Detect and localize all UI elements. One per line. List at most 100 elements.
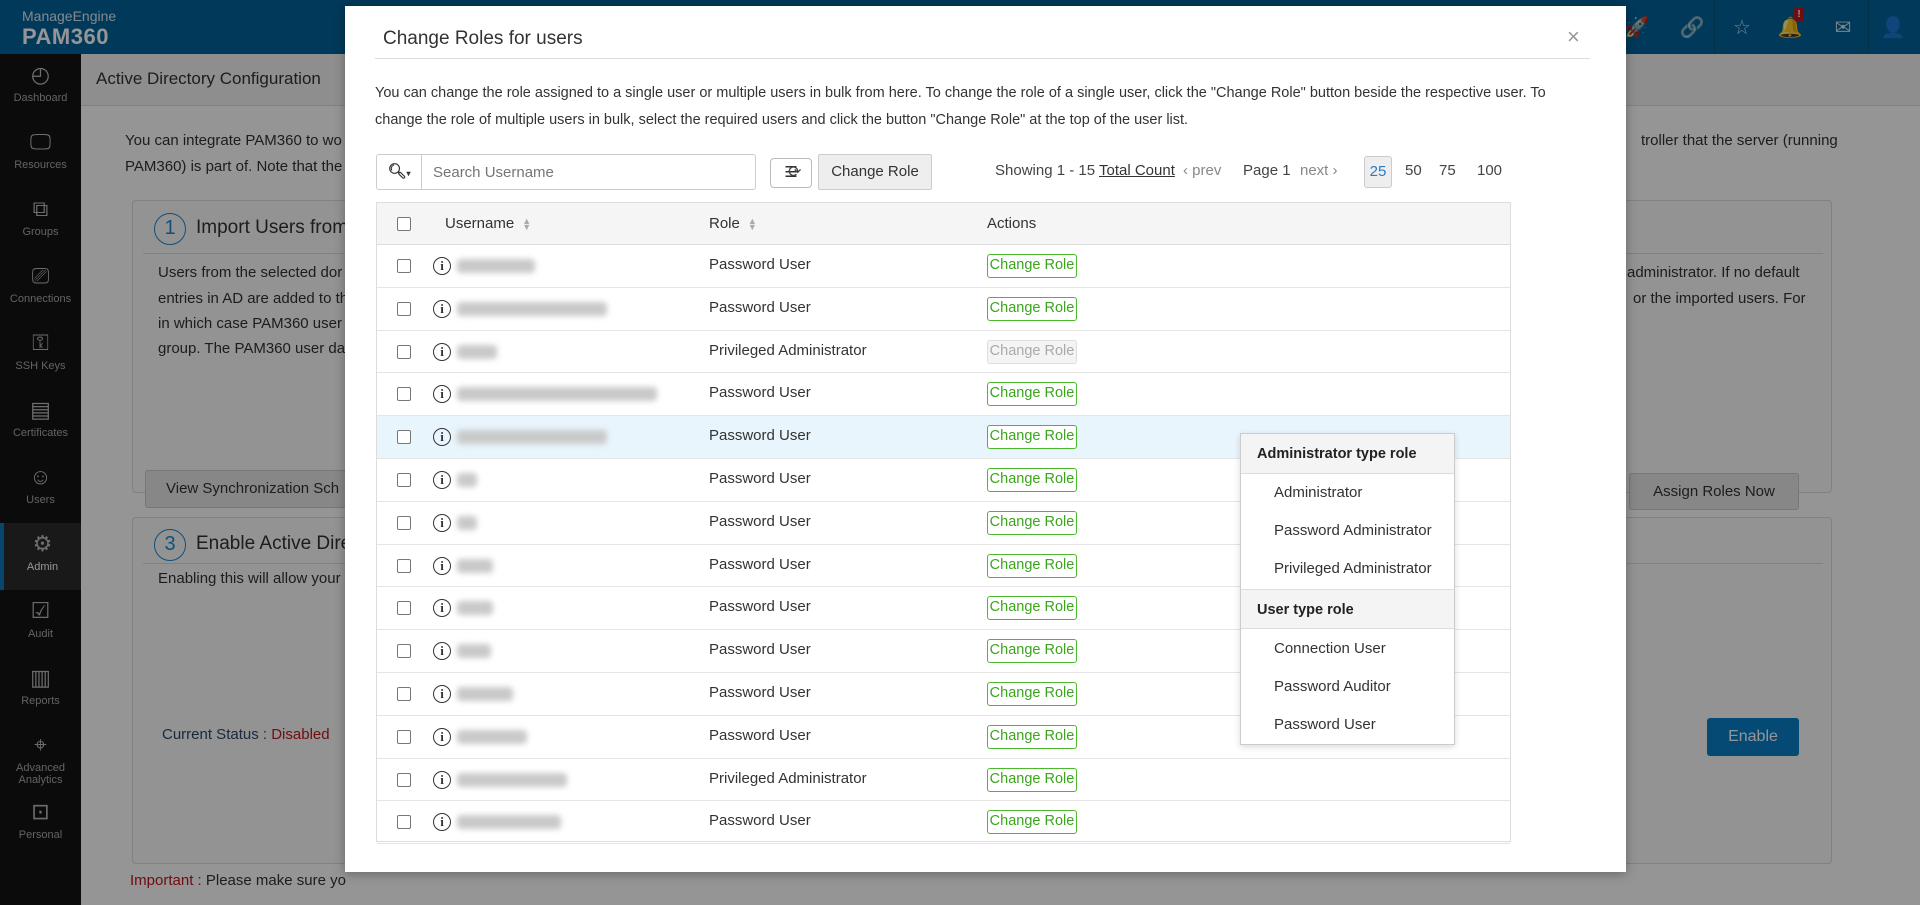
page-size-50[interactable]: 50 [1405, 162, 1422, 179]
username-redacted [457, 387, 657, 401]
dialog-description: You can change the role assigned to a si… [375, 80, 1575, 134]
change-role-button[interactable]: Change Role [987, 725, 1077, 749]
change-role-button[interactable]: Change Role [987, 382, 1077, 406]
change-role-button[interactable]: Change Role [987, 254, 1077, 278]
info-icon[interactable]: i [433, 428, 451, 446]
row-checkbox[interactable] [397, 559, 411, 573]
role-cell: Password User [709, 684, 811, 701]
menu-item-password-user[interactable]: Password User [1274, 716, 1376, 733]
role-cell: Password User [709, 384, 811, 401]
change-role-button[interactable]: Change Role [987, 639, 1077, 663]
info-icon[interactable]: i [433, 471, 451, 489]
row-checkbox[interactable] [397, 730, 411, 744]
role-cell: Password User [709, 727, 811, 744]
info-icon[interactable]: i [433, 557, 451, 575]
change-role-button[interactable]: Change Role [987, 768, 1077, 792]
table-row: iPrivileged AdministratorChange Role [377, 331, 1510, 374]
username-redacted [457, 730, 527, 744]
menu-header-user: User type role [1241, 589, 1454, 629]
row-checkbox[interactable] [397, 430, 411, 444]
info-icon[interactable]: i [433, 771, 451, 789]
info-icon[interactable]: i [433, 514, 451, 532]
menu-item-administrator[interactable]: Administrator [1274, 484, 1362, 501]
menu-item-connection-user[interactable]: Connection User [1274, 640, 1386, 657]
row-checkbox[interactable] [397, 815, 411, 829]
total-count-link[interactable]: Total Count [1099, 162, 1175, 179]
info-icon[interactable]: i [433, 642, 451, 660]
change-role-button[interactable]: Change Role [987, 810, 1077, 834]
role-cell: Password User [709, 812, 811, 829]
change-role-button[interactable]: Change Role [987, 468, 1077, 492]
change-role-button[interactable]: Change Role [987, 425, 1077, 449]
role-cell: Password User [709, 470, 811, 487]
role-cell: Password User [709, 256, 811, 273]
row-checkbox[interactable] [397, 387, 411, 401]
close-icon[interactable]: × [1567, 24, 1580, 50]
menu-item-password-administrator[interactable]: Password Administrator [1274, 522, 1432, 539]
next-page-link[interactable]: next › [1300, 162, 1338, 179]
role-cell: Password User [709, 641, 811, 658]
menu-header-admin: Administrator type role [1241, 434, 1454, 474]
refresh-icon[interactable]: ⟳ [788, 162, 801, 182]
caret-down-icon: ▾ [407, 169, 411, 178]
divider [375, 58, 1590, 59]
row-checkbox[interactable] [397, 259, 411, 273]
search-icon: 🔍︎ [387, 163, 406, 180]
row-checkbox[interactable] [397, 345, 411, 359]
row-checkbox[interactable] [397, 473, 411, 487]
info-icon[interactable]: i [433, 685, 451, 703]
row-checkbox[interactable] [397, 601, 411, 615]
info-icon[interactable]: i [433, 343, 451, 361]
table-row: i Password User Change Role [377, 288, 1510, 331]
prev-page-link[interactable]: ‹ prev [1183, 162, 1221, 179]
role-cell: Password User [709, 427, 811, 444]
search-options-dropdown[interactable]: 🔍︎▾ [377, 155, 422, 189]
change-role-button[interactable]: Change Role [987, 682, 1077, 706]
username-redacted [457, 259, 535, 273]
role-cell: Password User [709, 299, 811, 316]
row-checkbox[interactable] [397, 644, 411, 658]
row-checkbox[interactable] [397, 516, 411, 530]
change-role-button[interactable]: Change Role [987, 596, 1077, 620]
role-cell: Password User [709, 556, 811, 573]
username-redacted [457, 559, 493, 573]
page-size-75[interactable]: 75 [1439, 162, 1456, 179]
row-checkbox[interactable] [397, 302, 411, 316]
info-icon[interactable]: i [433, 599, 451, 617]
info-icon[interactable]: i [433, 385, 451, 403]
dialog-title: Change Roles for users [383, 28, 583, 50]
username-redacted [457, 345, 497, 359]
table-row: i Password User Change Role [377, 801, 1510, 844]
bulk-change-role-button[interactable]: Change Role [818, 154, 932, 190]
page-indicator: Page 1 [1243, 162, 1291, 179]
change-role-button[interactable]: Change Role [987, 297, 1077, 321]
change-role-button[interactable]: Change Role [987, 511, 1077, 535]
row-checkbox[interactable] [397, 687, 411, 701]
username-redacted [457, 687, 513, 701]
table-row: i Password User Change Role [377, 373, 1510, 416]
username-redacted [457, 430, 607, 444]
change-role-button: Change Role [987, 340, 1077, 364]
column-role[interactable]: Role▲▼ [709, 215, 757, 232]
table-row: i Password User Change Role [377, 245, 1510, 288]
showing-count: Showing 1 - 15 [995, 162, 1095, 179]
search-username-input[interactable] [423, 155, 753, 189]
info-icon[interactable]: i [433, 300, 451, 318]
info-icon[interactable]: i [433, 813, 451, 831]
select-all-checkbox[interactable] [397, 217, 411, 231]
column-label: Username [445, 215, 514, 232]
username-redacted [457, 815, 561, 829]
role-cell: Password User [709, 598, 811, 615]
row-checkbox[interactable] [397, 773, 411, 787]
table-row: iPrivileged AdministratorChange Role [377, 759, 1510, 802]
column-username[interactable]: Username ▲▼ [445, 215, 531, 232]
menu-item-privileged-administrator[interactable]: Privileged Administrator [1274, 560, 1432, 577]
change-role-button[interactable]: Change Role [987, 554, 1077, 578]
username-redacted [457, 644, 491, 658]
sort-icon: ▲▼ [522, 218, 531, 230]
info-icon[interactable]: i [433, 257, 451, 275]
info-icon[interactable]: i [433, 728, 451, 746]
page-size-100[interactable]: 100 [1477, 162, 1502, 179]
page-size-25[interactable]: 25 [1364, 156, 1392, 188]
menu-item-password-auditor[interactable]: Password Auditor [1274, 678, 1391, 695]
